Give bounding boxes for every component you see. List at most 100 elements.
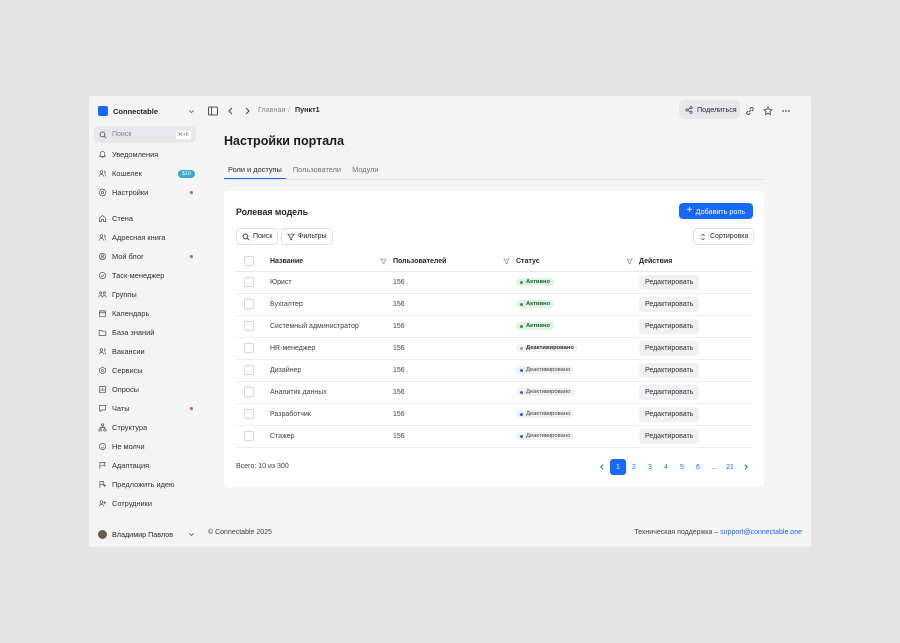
column-filter-icon[interactable] <box>503 258 510 265</box>
sidebar-item[interactable]: Таск-менеджер <box>94 266 198 285</box>
sidebar-item[interactable]: Чаты <box>94 399 198 418</box>
back-arrow-icon[interactable] <box>225 104 237 116</box>
edit-button[interactable]: Редактировать <box>639 406 700 422</box>
column-filter-icon[interactable] <box>626 258 633 265</box>
sidebar-item[interactable]: Группы <box>94 285 198 304</box>
row-checkbox[interactable] <box>244 299 254 309</box>
edit-button[interactable]: Редактировать <box>639 318 700 334</box>
sidebar-item-label: Календарь <box>112 309 150 318</box>
actions-cell: Редактировать <box>639 425 753 448</box>
app-window: Connectable Поиск ⌘+K Уведомления Кошелек… <box>89 96 811 547</box>
status-badge: Активно <box>516 278 555 286</box>
sidebar-item[interactable]: Вакансии <box>94 342 198 361</box>
sidebar-item[interactable]: Структура <box>94 418 198 437</box>
page-button[interactable]: 5 <box>674 459 690 475</box>
status-cell: Активно <box>516 315 639 338</box>
support-email-link[interactable]: support@connectable.one <box>720 529 802 536</box>
sidebar-item[interactable]: Уведомления <box>94 145 198 164</box>
link-icon[interactable] <box>744 104 756 116</box>
check-circle-icon <box>98 271 107 280</box>
sidebar-toggle-icon[interactable] <box>207 104 219 116</box>
row-checkbox[interactable] <box>244 343 254 353</box>
table-row: Юрист 156 Активно Редактировать <box>236 271 753 294</box>
row-checkbox[interactable] <box>244 365 254 375</box>
sort-button[interactable]: Сортировка <box>693 228 755 245</box>
prev-page-icon[interactable] <box>594 459 610 475</box>
sidebar-item[interactable]: Опросы <box>94 380 198 399</box>
row-checkbox[interactable] <box>244 409 254 419</box>
sidebar-item[interactable]: Стена <box>94 209 198 228</box>
filters-button[interactable]: Фильтры <box>281 228 333 245</box>
next-page-icon[interactable] <box>738 459 754 475</box>
page-button[interactable]: 21 <box>722 459 738 475</box>
role-name: Аналитик данных <box>270 381 393 404</box>
column-header-status[interactable]: Статус <box>516 252 639 272</box>
row-checkbox-cell <box>236 403 270 426</box>
row-checkbox-cell <box>236 337 270 360</box>
page-button[interactable]: 2 <box>626 459 642 475</box>
page-button[interactable]: 6 <box>690 459 706 475</box>
sidebar-item[interactable]: Не молчи <box>94 437 198 456</box>
page-button[interactable]: 3 <box>642 459 658 475</box>
workspace-name: Connectable <box>113 106 159 116</box>
sidebar-item[interactable]: Предложить идею <box>94 475 198 494</box>
wallet-amount-badge: $10 <box>177 169 195 178</box>
tab-1[interactable]: Пользователи <box>289 162 345 179</box>
table-row: Аналитик данных 156 Деактивировано Редактир… <box>236 381 753 404</box>
bell-icon <box>98 151 107 158</box>
edit-button[interactable]: Редактировать <box>639 296 700 312</box>
folder-icon <box>98 329 107 336</box>
sidebar-item[interactable]: Сотрудники <box>94 494 198 513</box>
status-label: Деактивировано <box>526 389 571 395</box>
select-all-checkbox[interactable] <box>244 256 254 267</box>
user-menu[interactable]: Владимир Павлов <box>98 527 195 541</box>
star-icon[interactable] <box>762 104 774 116</box>
sidebar-item[interactable]: Адресная книга <box>94 228 198 247</box>
table-row: Разработчик 156 Деактивировано Редактироват… <box>236 403 753 426</box>
sidebar-item[interactable]: Сервисы <box>94 361 198 380</box>
status-dot <box>520 368 523 372</box>
row-checkbox[interactable] <box>244 321 254 331</box>
search-input[interactable]: Поиск ⌘+K <box>94 126 196 143</box>
status-cell: Деактивировано <box>516 425 639 448</box>
status-label: Деактивировано <box>526 411 571 417</box>
page-button[interactable]: 4 <box>658 459 674 475</box>
header-checkbox-cell <box>236 252 270 272</box>
sidebar-item[interactable]: База знаний <box>94 323 198 342</box>
column-header-actions: Действия <box>639 252 753 272</box>
row-checkbox[interactable] <box>244 387 254 397</box>
table-search-button[interactable]: Поиск <box>236 228 279 245</box>
column-header-name[interactable]: Название <box>270 252 393 272</box>
status-cell: Активно <box>516 271 639 294</box>
add-role-label: Добавить роль <box>695 206 746 216</box>
breadcrumb-home[interactable]: Главная <box>258 105 285 114</box>
row-checkbox-cell <box>236 425 270 448</box>
sidebar-item[interactable]: Мой блог <box>94 247 198 266</box>
more-icon[interactable] <box>780 104 792 116</box>
row-checkbox[interactable] <box>244 277 254 287</box>
sidebar-item[interactable]: Календарь <box>94 304 198 323</box>
edit-button[interactable]: Редактировать <box>639 428 700 444</box>
tab-2[interactable]: Модули <box>348 162 382 179</box>
forward-arrow-icon[interactable] <box>241 104 253 116</box>
column-filter-icon[interactable] <box>380 258 387 265</box>
sidebar-item[interactable]: Адаптация <box>94 456 198 475</box>
share-button[interactable]: Поделиться <box>679 100 740 119</box>
tab-0[interactable]: Роли и доступы <box>224 162 286 179</box>
column-header-users[interactable]: Пользователей <box>393 252 516 272</box>
row-checkbox[interactable] <box>244 431 254 441</box>
edit-button[interactable]: Редактировать <box>639 340 700 356</box>
column-header-actions-label: Действия <box>639 257 673 265</box>
sidebar-item[interactable]: Настройки <box>94 183 198 202</box>
edit-button[interactable]: Редактировать <box>639 384 700 400</box>
actions-cell: Редактировать <box>639 403 753 426</box>
page-button[interactable]: 1 <box>610 459 626 475</box>
edit-button[interactable]: Редактировать <box>639 362 700 378</box>
sidebar-item[interactable]: Кошелек $10 <box>94 164 198 183</box>
workspace-switcher[interactable]: Connectable <box>98 104 195 118</box>
status-label: Активно <box>526 279 551 285</box>
sidebar-item-label: Адаптация <box>112 461 150 470</box>
add-role-button[interactable]: + Добавить роль <box>679 203 753 219</box>
edit-button[interactable]: Редактировать <box>639 274 700 290</box>
user-plus-icon <box>98 500 107 507</box>
